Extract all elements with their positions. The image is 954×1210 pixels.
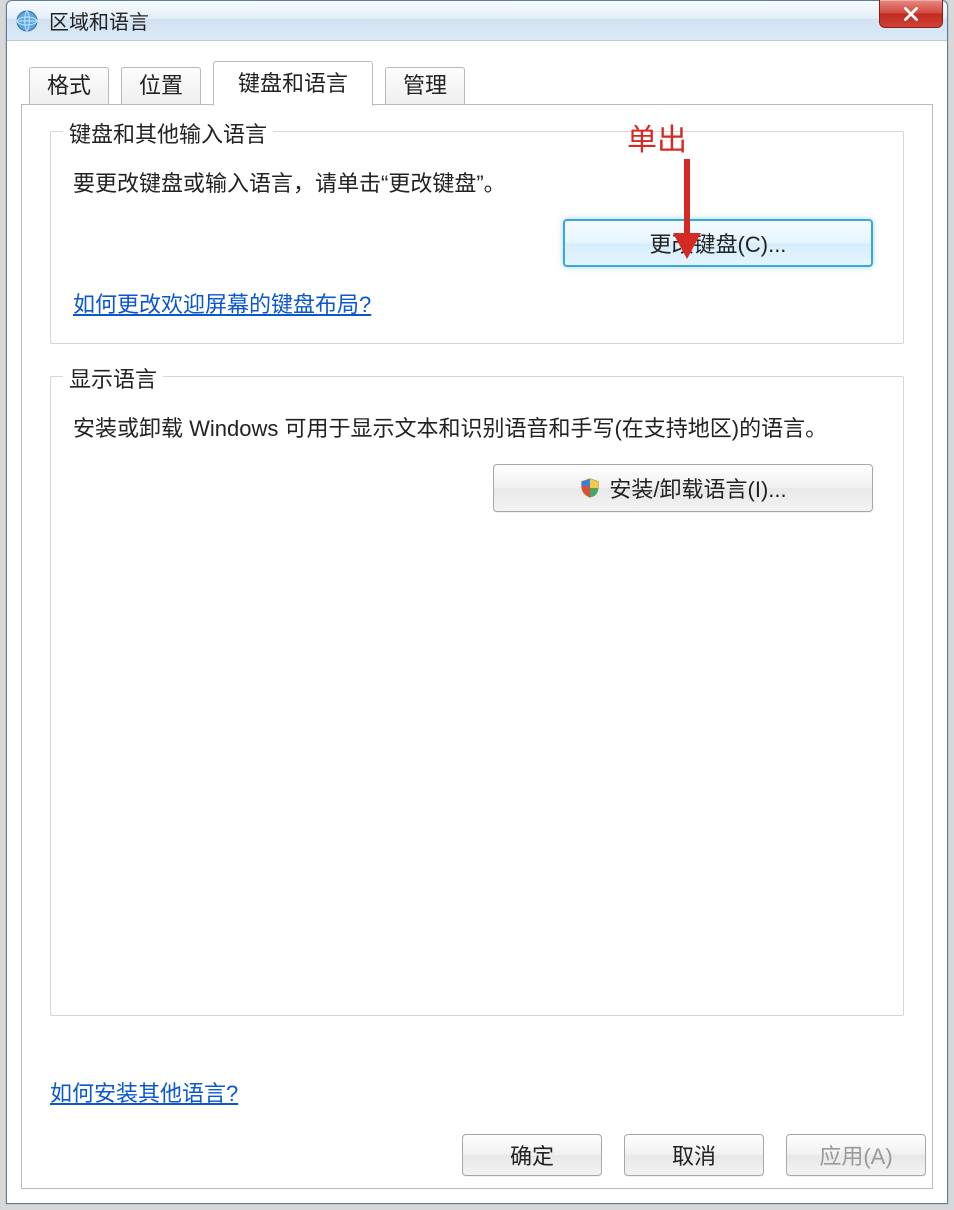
content-area: 格式 位置 键盘和语言 管理 键盘和其他输入语言 要更改键盘或输入语言，请单击“… <box>21 61 933 1189</box>
uac-shield-icon <box>579 477 601 499</box>
group-keyboards: 键盘和其他输入语言 要更改键盘或输入语言，请单击“更改键盘”。 更改键盘(C).… <box>50 131 904 344</box>
close-icon <box>902 5 920 23</box>
globe-icon <box>15 9 39 33</box>
group-display-language-desc: 安装或卸载 Windows 可用于显示文本和识别语音和手写(在支持地区)的语言。 <box>73 411 881 446</box>
install-uninstall-languages-label: 安装/卸载语言(I)... <box>609 472 786 504</box>
tab-format[interactable]: 格式 <box>29 67 109 105</box>
tab-panel: 键盘和其他输入语言 要更改键盘或输入语言，请单击“更改键盘”。 更改键盘(C).… <box>21 105 933 1189</box>
group-display-language-title: 显示语言 <box>63 362 163 394</box>
change-keyboards-button[interactable]: 更改键盘(C)... <box>563 219 873 267</box>
how-to-install-other-languages-link[interactable]: 如何安装其他语言? <box>50 1076 238 1108</box>
cancel-button[interactable]: 取消 <box>624 1134 764 1176</box>
apply-button[interactable]: 应用(A) <box>786 1134 926 1176</box>
tab-strip: 格式 位置 键盘和语言 管理 <box>21 61 933 105</box>
ok-button[interactable]: 确定 <box>462 1134 602 1176</box>
window-title: 区域和语言 <box>49 6 149 35</box>
annotation-arrow-icon <box>669 155 709 265</box>
annotation-label: 单出 <box>627 115 687 159</box>
tab-admin[interactable]: 管理 <box>385 67 465 105</box>
group-keyboards-desc: 要更改键盘或输入语言，请单击“更改键盘”。 <box>73 166 881 201</box>
install-uninstall-languages-button[interactable]: 安装/卸载语言(I)... <box>493 464 873 512</box>
tab-location[interactable]: 位置 <box>121 67 201 105</box>
dialog-footer: 确定 取消 应用(A) <box>22 1134 932 1176</box>
close-button[interactable] <box>879 0 943 28</box>
group-keyboards-title: 键盘和其他输入语言 <box>63 117 273 149</box>
welcome-screen-keyboard-link[interactable]: 如何更改欢迎屏幕的键盘布局? <box>73 287 371 319</box>
dialog-window: 区域和语言 格式 位置 键盘和语言 管理 键盘和其他输入语言 要更改键盘或输入语… <box>6 0 948 1204</box>
tab-keyboards-languages[interactable]: 键盘和语言 <box>213 61 373 106</box>
group-display-language: 显示语言 安装或卸载 Windows 可用于显示文本和识别语音和手写(在支持地区… <box>50 376 904 1016</box>
titlebar: 区域和语言 <box>7 1 947 41</box>
